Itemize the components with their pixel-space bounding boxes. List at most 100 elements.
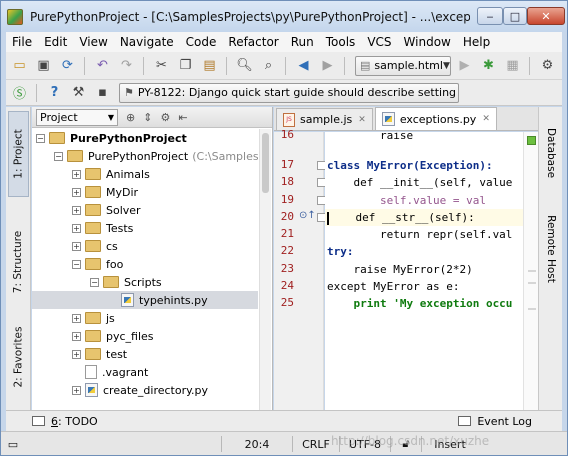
sync-icon[interactable]: ⟳ [57,55,78,76]
copy-icon[interactable]: ❐ [175,55,196,76]
scroll-from-source-icon[interactable]: ⊕ [126,111,135,124]
close-button[interactable]: ✕ [527,7,565,25]
collapse-icon[interactable]: − [72,259,81,269]
menu-edit[interactable]: Edit [38,35,73,49]
hide-panel-icon[interactable]: ⇤ [178,111,187,124]
minimize-button[interactable]: ‒ [477,7,503,25]
tree-row[interactable]: + js [32,309,258,327]
panel-toggle-icon[interactable]: ▭ [1,432,25,455]
gear-icon[interactable]: ⚙ [160,111,170,124]
debug-icon[interactable]: ✱ [478,55,499,76]
menu-run[interactable]: Run [285,35,320,49]
plugin-icon[interactable]: ⚒ [68,82,89,103]
replace-icon[interactable]: ⌕ [258,55,279,76]
menu-view[interactable]: View [73,35,113,49]
tree-row[interactable]: .vagrant [32,363,258,381]
error-stripe-mark[interactable] [528,282,536,284]
collapse-icon[interactable]: − [90,277,99,287]
tree-row[interactable]: − PurePythonProject(C:\SamplesProj [32,147,258,165]
tree-row[interactable]: + pyc_files [32,327,258,345]
cut-icon[interactable]: ✂ [151,55,172,76]
open-folder-icon[interactable]: ▭ [9,55,30,76]
collapse-icon[interactable]: − [36,133,45,143]
tree-row[interactable]: + Animals [32,165,258,183]
expand-icon[interactable]: + [72,349,81,359]
tab-sample-js[interactable]: JS sample.js ✕ [276,108,373,130]
project-scrollbar[interactable] [259,129,271,410]
error-stripe-mark[interactable] [528,270,536,272]
close-icon[interactable]: ✕ [482,114,490,124]
inspection-ok-icon[interactable] [527,136,536,145]
code-editor[interactable]: raise class MyError(Exception): def __in… [325,132,523,410]
menu-vcs[interactable]: VCS [361,35,397,49]
menu-window[interactable]: Window [398,35,457,49]
file-encoding[interactable]: UTF-8 [340,432,390,455]
maximize-button[interactable]: □ [503,7,527,25]
expand-icon[interactable]: + [72,205,81,215]
tab-label: sample.js [300,113,353,126]
menu-code[interactable]: Code [180,35,223,49]
menu-navigate[interactable]: Navigate [114,35,180,49]
menu-tools[interactable]: Tools [320,35,362,49]
lock-icon[interactable]: 🔓︎ [391,432,421,455]
expand-icon[interactable]: + [72,169,81,179]
task-select[interactable]: ⚑ PY-8122: Django quick start guide shou… [119,82,459,103]
override-marker-icon[interactable]: ⊙↑ [299,210,316,221]
tool-tab-database[interactable]: Database [541,117,561,189]
tree-row[interactable]: + create_directory.py [32,381,258,399]
menu-refactor[interactable]: Refactor [222,35,284,49]
redo-icon[interactable]: ↷ [116,55,137,76]
expand-icon[interactable]: + [72,385,81,395]
tool-tab-favorites[interactable]: 2: Favorites [8,312,29,402]
settings-wrench-icon[interactable]: ⚙ [537,55,558,76]
tree-row[interactable]: + cs [32,237,258,255]
expand-icon[interactable]: + [72,187,81,197]
tree-row[interactable]: typehints.py [32,291,258,309]
forward-icon[interactable]: ▶ [317,55,338,76]
save-all-icon[interactable]: ▣ [33,55,54,76]
tab-exceptions-py[interactable]: exceptions.py ✕ [374,107,497,130]
code-line-text: self.value = val [327,194,486,207]
help-icon[interactable]: ? [44,82,65,103]
back-icon[interactable]: ◀ [293,55,314,76]
todo-tool-button[interactable]: 6: TODO [32,415,98,428]
run-config-select[interactable]: ▤ sample.html ▼ [355,55,451,76]
tree-row[interactable]: − foo [32,255,258,273]
toolbar-divider [285,56,286,75]
menu-file[interactable]: File [6,35,38,49]
folder-icon [85,168,101,180]
insert-mode[interactable]: Insert [422,432,478,455]
javascript-icon[interactable]: Ⓢ [9,82,30,103]
expand-icon[interactable]: + [72,313,81,323]
caret-position[interactable]: 20:4 [222,432,292,455]
undo-icon[interactable]: ↶ [92,55,113,76]
tree-row[interactable]: + Tests [32,219,258,237]
error-stripe-mark[interactable] [528,308,536,310]
tree-row[interactable]: − PurePythonProject [32,129,258,147]
editor-scrollbar[interactable] [523,132,538,410]
expand-icon[interactable]: + [72,331,81,341]
tree-row[interactable]: − Scripts [32,273,258,291]
collapse-all-icon[interactable]: ⇕ [143,111,152,124]
event-log-button[interactable]: Event Log [458,415,532,428]
coverage-icon[interactable]: ▦ [502,55,523,76]
find-icon[interactable]: 🔍︎ [234,55,255,76]
project-view-select[interactable]: Project ▼ [36,108,118,126]
tree-row[interactable]: + MyDir [32,183,258,201]
tree-row[interactable]: + Solver [32,201,258,219]
expand-icon[interactable]: + [72,241,81,251]
run-icon[interactable]: ▶ [454,55,475,76]
tool-tab-remote-host[interactable]: Remote Host [541,207,561,291]
scrollbar-thumb[interactable] [262,133,269,193]
paste-icon[interactable]: ▤ [199,55,220,76]
collapse-icon[interactable]: − [54,151,63,161]
tool-tab-project[interactable]: 1: Project [8,111,29,197]
tool-tab-database-label: Database [545,127,558,179]
menu-help[interactable]: Help [457,35,496,49]
terminal-icon[interactable]: ▪ [92,82,113,103]
expand-icon[interactable]: + [72,223,81,233]
tree-row[interactable]: + test [32,345,258,363]
close-icon[interactable]: ✕ [358,115,366,125]
line-separator[interactable]: CRLF [293,432,339,455]
tool-tab-structure[interactable]: 7: Structure [8,217,29,307]
